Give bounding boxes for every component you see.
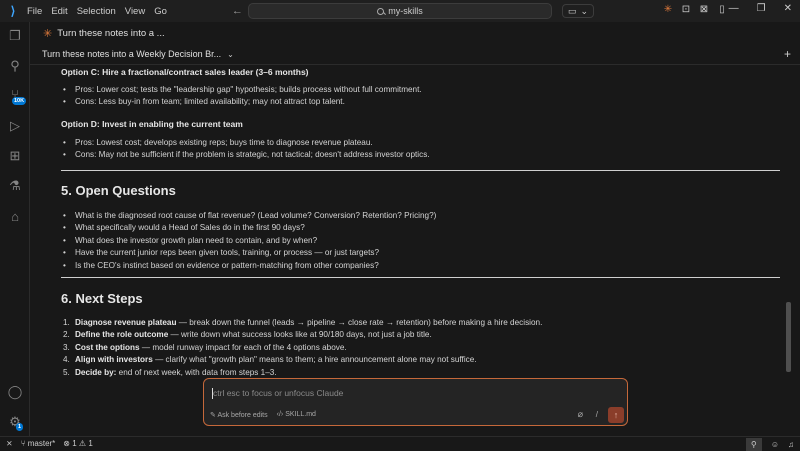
session-bar: Turn these notes into a Weekly Decision … bbox=[30, 44, 800, 65]
remote-explorer-icon[interactable]: ⌂ bbox=[7, 208, 23, 224]
remote-icon[interactable]: ⨯ bbox=[6, 439, 13, 448]
prompt-input-box[interactable]: ctrl esc to focus or unfocus Claude ✎ As… bbox=[203, 378, 628, 426]
list-item: 4. Align with investors — clarify what "g… bbox=[63, 355, 477, 365]
layout-icon[interactable]: ▯ bbox=[716, 3, 728, 15]
scrollbar-thumb[interactable] bbox=[786, 302, 791, 372]
menu-go[interactable]: Go bbox=[154, 6, 167, 17]
open-questions-list: What is the diagnosed root cause of flat… bbox=[61, 210, 436, 272]
arrow-up-icon: ↑ bbox=[613, 410, 619, 420]
list-item: 3. Cost the options — model runway impact… bbox=[63, 342, 347, 352]
list-item: Cons: May not be sufficient if the probl… bbox=[61, 149, 430, 162]
list-item: Cons: Less buy-in from team; limited ava… bbox=[61, 96, 422, 109]
menu-selection[interactable]: Selection bbox=[77, 6, 116, 17]
chat-button[interactable]: ▭ ⌄ bbox=[562, 4, 595, 18]
divider bbox=[61, 277, 780, 278]
list-item: Pros: Lowest cost; develops existing rep… bbox=[61, 137, 430, 150]
search-icon bbox=[377, 7, 385, 15]
menu-edit[interactable]: Edit bbox=[51, 6, 67, 17]
account-icon[interactable]: ◯ bbox=[7, 384, 23, 400]
option-d-heading: Option D: Invest in enabling the current… bbox=[61, 119, 243, 129]
next-steps-list: 1. Diagnose revenue plateau — break down … bbox=[61, 317, 542, 379]
chat-icon: ▭ bbox=[568, 5, 577, 16]
list-item: Pros: Lower cost; tests the "leadership … bbox=[61, 84, 422, 97]
back-arrow-icon[interactable]: ← bbox=[232, 5, 243, 17]
claude-star-icon[interactable]: ✳ bbox=[662, 3, 674, 15]
lock-icon[interactable]: ⊡ bbox=[680, 3, 692, 15]
menu-view[interactable]: View bbox=[125, 6, 145, 17]
chevron-down-icon[interactable]: ⌄ bbox=[227, 50, 234, 59]
extensions-icon[interactable]: ⊞ bbox=[7, 148, 23, 164]
search-view-icon[interactable]: ⚲ bbox=[7, 58, 23, 74]
claude-star-icon: ✳ bbox=[43, 27, 53, 40]
chevron-down-icon: ⌄ bbox=[580, 5, 589, 16]
menu-file[interactable]: File bbox=[27, 6, 42, 17]
restore-button[interactable]: ❐ bbox=[757, 3, 766, 14]
source-control-badge: 10K bbox=[12, 97, 27, 105]
slash-command-button[interactable]: / bbox=[596, 410, 598, 419]
close-box-icon[interactable]: ⊠ bbox=[698, 3, 710, 15]
option-c-heading: Option C: Hire a fractional/contract sal… bbox=[61, 67, 309, 77]
new-session-plus-icon[interactable]: + bbox=[784, 47, 791, 61]
run-debug-icon[interactable]: ▷ bbox=[7, 118, 23, 134]
branch-indicator[interactable]: ⑂ master* bbox=[21, 439, 56, 448]
context-file-chip[interactable]: ‹/› SKILL.md bbox=[277, 411, 316, 419]
menu-bar: File Edit Selection View Go bbox=[27, 6, 176, 17]
divider bbox=[61, 170, 780, 171]
send-button[interactable]: ↑ bbox=[608, 407, 624, 423]
problems-indicator[interactable]: ⊗ 1 ⚠ 1 bbox=[63, 439, 92, 448]
command-center-search[interactable]: my-skills bbox=[248, 3, 552, 19]
list-item: 2. Define the role outcome — write down w… bbox=[63, 330, 432, 340]
session-title[interactable]: Turn these notes into a Weekly Decision … bbox=[42, 49, 221, 59]
minimize-button[interactable]: — bbox=[729, 3, 739, 14]
close-window-button[interactable]: ✕ bbox=[784, 3, 792, 14]
option-d-list: Pros: Lowest cost; develops existing rep… bbox=[61, 137, 430, 162]
settings-badge: 1 bbox=[16, 423, 24, 431]
title-bar: ⟩ File Edit Selection View Go ← → my-ski… bbox=[0, 0, 800, 22]
list-item: What does the investor growth plan need … bbox=[61, 235, 436, 248]
attach-paperclip-icon[interactable]: ⌀ bbox=[578, 409, 583, 420]
notifications-bell-icon[interactable]: ♫ bbox=[788, 440, 794, 449]
list-item: What specifically would a Head of Sales … bbox=[61, 222, 436, 235]
open-questions-heading: 5. Open Questions bbox=[61, 183, 176, 198]
editor-tab-title[interactable]: Turn these notes into a ... bbox=[57, 28, 164, 39]
status-bar: ⨯ ⑂ master* ⊗ 1 ⚠ 1 ⚲ ☺ ♫ bbox=[0, 436, 800, 451]
option-c-list: Pros: Lower cost; tests the "leadership … bbox=[61, 84, 422, 109]
editor-tab-bar: ✳ Turn these notes into a ... bbox=[30, 22, 800, 44]
activity-bar: ❐ ⚲ ⑂ 10K ▷ ⊞ ⚗ ⌂ ◯ ⚙ 1 bbox=[0, 22, 30, 436]
prompt-placeholder: ctrl esc to focus or unfocus Claude bbox=[213, 388, 344, 398]
zoom-icon[interactable]: ⚲ bbox=[745, 437, 762, 451]
list-item: What is the diagnosed root cause of flat… bbox=[61, 210, 436, 223]
scrollbar[interactable] bbox=[784, 65, 792, 436]
explorer-icon[interactable]: ❐ bbox=[7, 28, 23, 44]
list-item: Is the CEO's instinct based on evidence … bbox=[61, 260, 436, 273]
vscode-logo-icon: ⟩ bbox=[10, 4, 16, 18]
copilot-icon[interactable]: ☺ bbox=[771, 440, 779, 449]
ask-before-edits-toggle[interactable]: ✎ Ask before edits bbox=[210, 411, 268, 419]
list-item: Have the current junior reps been given … bbox=[61, 247, 436, 260]
workspace-name: my-skills bbox=[388, 6, 423, 16]
testing-flask-icon[interactable]: ⚗ bbox=[7, 178, 23, 194]
next-steps-heading: 6. Next Steps bbox=[61, 291, 143, 306]
list-item: 1. Diagnose revenue plateau — break down … bbox=[63, 318, 543, 327]
